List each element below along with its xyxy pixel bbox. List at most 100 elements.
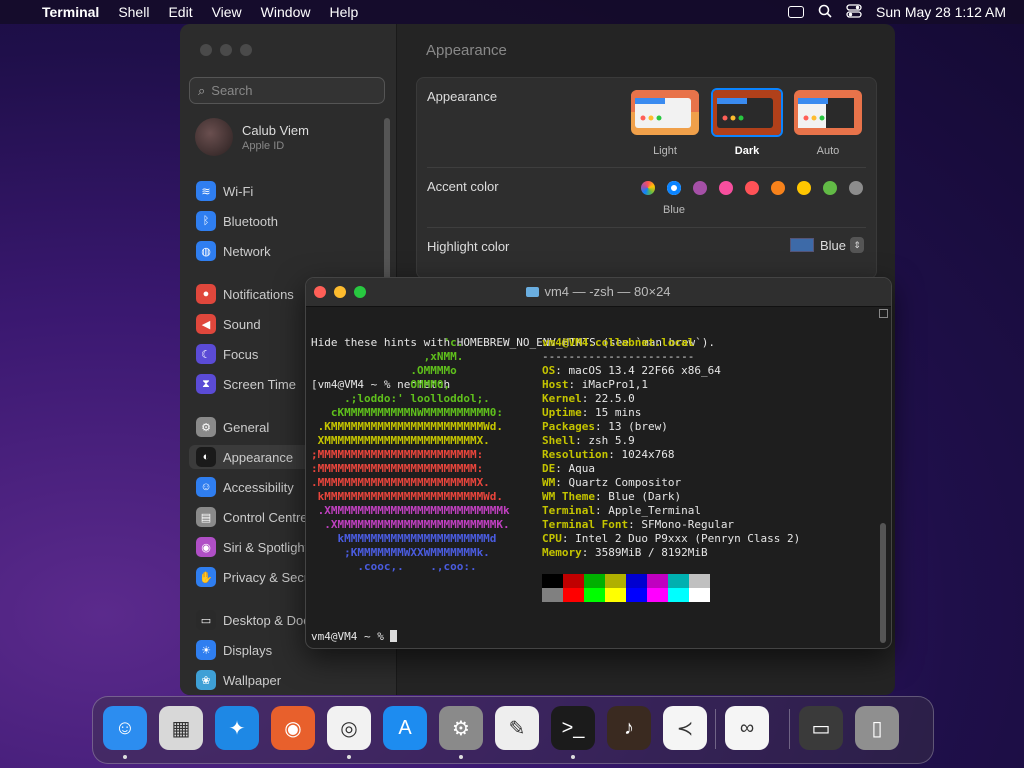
accent-color-option[interactable]: [797, 181, 811, 195]
accent-color-option[interactable]: [771, 181, 785, 195]
spotlight-search-icon[interactable]: [818, 4, 832, 21]
window-thumbnail-icon[interactable]: ▭: [799, 706, 843, 750]
menu-view[interactable]: View: [212, 4, 242, 20]
menu-clock[interactable]: Sun May 28 1:12 AM: [876, 4, 1006, 20]
settings-search-input[interactable]: ⌕ Search: [189, 77, 385, 104]
dock-icon: ▭: [196, 610, 216, 630]
info-colon: :: [561, 532, 576, 545]
accent-color-option[interactable]: [667, 181, 681, 195]
popup-chevron-icon: ⇕: [850, 237, 864, 253]
split-pane-icon[interactable]: [879, 309, 888, 318]
neofetch-logo-line: kMMMMMMMMMMMMMMMMMMMMMMMMWd.: [311, 490, 504, 503]
color-swatch: [626, 588, 647, 602]
chrome-icon[interactable]: ◎: [327, 706, 371, 750]
color-swatch: [647, 588, 668, 602]
accent-color-option[interactable]: [693, 181, 707, 195]
speaker-icon: ◀: [196, 314, 216, 334]
color-swatch: [605, 574, 626, 588]
info-colon: :: [581, 406, 595, 419]
accent-color-option[interactable]: [745, 181, 759, 195]
appearance-label: Appearance: [427, 89, 498, 104]
neofetch-info-line: Terminal: Apple_Terminal: [542, 504, 701, 518]
accent-color-option[interactable]: [849, 181, 863, 195]
appearance-panel: Appearance Light Dark Auto Accent color …: [416, 77, 877, 279]
neofetch-info-line: Uptime: 15 mins: [542, 406, 641, 420]
finder-icon[interactable]: ☺: [103, 706, 147, 750]
terminal-icon[interactable]: >_: [551, 706, 595, 750]
sidebar-item-label: Screen Time: [223, 376, 296, 392]
sidebar-item-label: Siri & Spotlight: [223, 539, 309, 555]
neofetch-info-line: Resolution: 1024x768: [542, 448, 674, 462]
mode-dark-thumbnail[interactable]: [711, 88, 783, 137]
terminal-window: vm4 — -zsh — 80×24 Hide these hints with…: [305, 277, 892, 649]
app-menu-terminal[interactable]: Terminal: [42, 4, 99, 20]
settings-icon[interactable]: ⚙: [439, 706, 483, 750]
sidebar-item-bluetooth[interactable]: ᛒ Bluetooth: [196, 209, 396, 233]
trash-icon[interactable]: ▯: [855, 706, 899, 750]
mode-auto-thumbnail[interactable]: [794, 90, 862, 135]
neofetch-logo-line: 'c.: [311, 336, 464, 349]
neofetch-info-line: Terminal Font: SFMono-Regular: [542, 518, 734, 532]
guitar-icon[interactable]: ♪: [607, 706, 651, 750]
terminal-titlebar[interactable]: vm4 — -zsh — 80×24: [306, 278, 891, 307]
neofetch-logo-line: ;MMMMMMMMMMMMMMMMMMMMMMMM:: [311, 448, 484, 461]
sidebar-item-wallpaper[interactable]: ❀ Wallpaper: [196, 668, 396, 692]
firefox-icon[interactable]: ◉: [271, 706, 315, 750]
sidebar-item-label: Notifications: [223, 286, 294, 302]
neofetch-info-line: WM Theme: Blue (Dark): [542, 490, 681, 504]
sidebar-item-wi-fi[interactable]: ≋ Wi-Fi: [196, 179, 396, 203]
zoom-button-inactive[interactable]: [240, 44, 252, 56]
terminal-scrollbar[interactable]: [880, 523, 886, 643]
folder-icon: [526, 287, 540, 297]
prompt-text: vm4@VM4 ~ %: [311, 630, 391, 643]
menu-edit[interactable]: Edit: [168, 4, 192, 20]
textedit-icon[interactable]: ✎: [495, 706, 539, 750]
info-key: Resolution: [542, 448, 609, 461]
minimize-button-inactive[interactable]: [220, 44, 232, 56]
terminal-title: vm4 — -zsh — 80×24: [544, 284, 671, 299]
terminal-output[interactable]: Hide these hints with HOMEBREW_NO_ENV_HI…: [311, 308, 877, 643]
menu-help[interactable]: Help: [329, 4, 358, 20]
info-key: Host: [542, 378, 569, 391]
info-key: Uptime: [542, 406, 582, 419]
apple-id-profile[interactable]: Calub Viem Apple ID: [195, 118, 309, 156]
info-value: Intel 2 Duo P9xxx (Penryn Class 2): [575, 532, 801, 545]
accent-color-option[interactable]: [823, 181, 837, 195]
mode-light-thumbnail[interactable]: [631, 90, 699, 135]
info-value: Apple_Terminal: [608, 504, 701, 517]
safari-icon[interactable]: ✦: [215, 706, 259, 750]
close-button-inactive[interactable]: [200, 44, 212, 56]
vscode-icon[interactable]: ≺: [663, 706, 707, 750]
sidebar-item-network[interactable]: ◍ Network: [196, 239, 396, 263]
highlight-color-popup[interactable]: Blue ⇕: [789, 237, 864, 253]
color-swatch: [605, 588, 626, 602]
neofetch-logo-line: .MMMMMMMMMMMMMMMMMMMMMMMMX.: [311, 476, 490, 489]
app-store-icon[interactable]: A: [383, 706, 427, 750]
launchpad-icon[interactable]: ▦: [159, 706, 203, 750]
info-key: Shell: [542, 434, 576, 447]
mode-auto-label: Auto: [816, 145, 840, 157]
screen-mirroring-icon[interactable]: [788, 6, 805, 18]
info-value: Aqua: [568, 462, 596, 475]
accent-color-option[interactable]: [641, 181, 655, 195]
control-center-icon[interactable]: [846, 3, 862, 21]
neofetch-info-line: Shell: zsh 5.9: [542, 434, 635, 448]
terminal-current-prompt[interactable]: vm4@VM4 ~ %: [311, 630, 398, 644]
info-colon: :: [555, 476, 569, 489]
neofetch-logo-line: OMMM0,: [311, 378, 451, 391]
menu-window[interactable]: Window: [261, 4, 311, 20]
menu-shell[interactable]: Shell: [118, 4, 149, 20]
minimize-button[interactable]: [334, 286, 346, 298]
accent-color-option[interactable]: [719, 181, 733, 195]
gear-icon: ⚙: [196, 417, 216, 437]
neofetch-logo-line: :MMMMMMMMMMMMMMMMMMMMMMMM:: [311, 462, 484, 475]
color-swatch: [584, 588, 605, 602]
visual-studio-icon[interactable]: ∞: [725, 706, 769, 750]
info-value: 15 mins: [595, 406, 642, 419]
info-colon: :: [608, 448, 622, 461]
neofetch-logo-line: .cooc,. .,coo:.: [311, 560, 477, 573]
close-button[interactable]: [314, 286, 326, 298]
neofetch-logo-line: .OMMMMo: [311, 364, 457, 377]
sidebar-item-appearance[interactable]: ◐ Appearance: [189, 445, 311, 469]
zoom-button[interactable]: [354, 286, 366, 298]
